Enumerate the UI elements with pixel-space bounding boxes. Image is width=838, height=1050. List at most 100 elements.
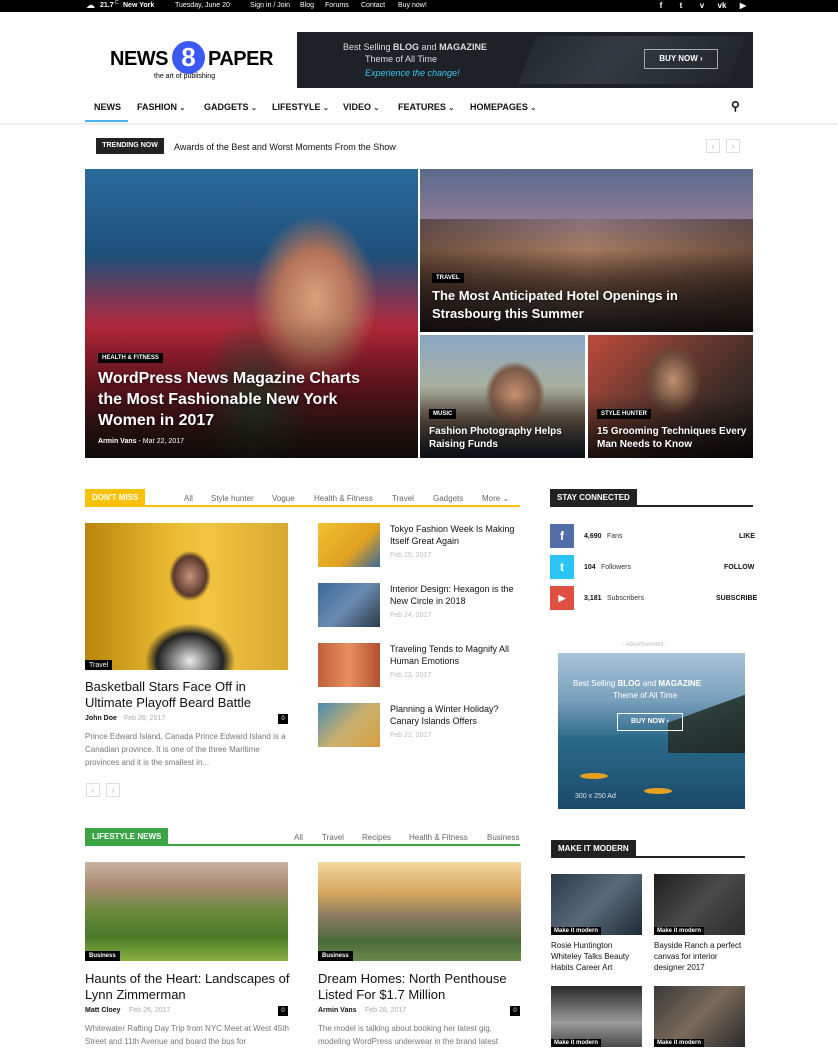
- category-badge[interactable]: HEALTH & FITNESS: [98, 353, 163, 363]
- list-item-thumb[interactable]: [318, 523, 380, 567]
- dont-miss-next-button[interactable]: ›: [106, 783, 120, 797]
- featured-bottom-left-tile[interactable]: MUSIC Fashion Photography Helps Raising …: [420, 335, 585, 458]
- top-link-contact[interactable]: Contact: [361, 2, 385, 9]
- banner-buy-button[interactable]: BUY NOW ›: [644, 49, 718, 69]
- modern-item-title[interactable]: Bayside Ranch a perfect canvas for inter…: [654, 940, 744, 973]
- featured-bottom-right-tile[interactable]: STYLE HUNTER 15 Grooming Techniques Ever…: [588, 335, 753, 458]
- filter-travel[interactable]: Travel: [322, 833, 344, 842]
- category-badge[interactable]: Travel: [85, 660, 113, 670]
- featured-bottom-right-title[interactable]: 15 Grooming Techniques Every Man Needs t…: [597, 425, 749, 451]
- list-item-thumb[interactable]: [318, 583, 380, 627]
- trending-prev-button[interactable]: ‹: [706, 139, 720, 153]
- category-badge[interactable]: TRAVEL: [432, 273, 464, 283]
- list-item-thumb[interactable]: [318, 703, 380, 747]
- sidebar-ad[interactable]: Best Selling BLOG and MAGAZINE Theme of …: [558, 653, 745, 809]
- modern-item-image[interactable]: Make it modern: [654, 874, 745, 935]
- lifestyle-article-author[interactable]: Matt Cloey: [85, 1007, 120, 1014]
- category-badge[interactable]: Business: [85, 951, 120, 961]
- nav-item-video[interactable]: VIDEO ⌄: [343, 102, 379, 112]
- youtube-icon[interactable]: ▶: [550, 586, 574, 610]
- dont-miss-main-title[interactable]: Basketball Stars Face Off in Ultimate Pl…: [85, 679, 285, 711]
- comment-count[interactable]: 0: [510, 1006, 520, 1016]
- category-badge[interactable]: Make it modern: [551, 1039, 602, 1047]
- lifestyle-article-date: Feb 26, 2017: [129, 1007, 171, 1014]
- dont-miss-label: DON'T MISS: [85, 489, 146, 506]
- category-badge[interactable]: STYLE HUNTER: [597, 409, 652, 419]
- top-link-blog[interactable]: Blog: [300, 2, 314, 9]
- top-link-signin[interactable]: Sign in / Join: [250, 2, 290, 9]
- twitter-icon[interactable]: t: [676, 1, 686, 11]
- search-icon[interactable]: ⚲: [731, 99, 740, 113]
- comment-count[interactable]: 0: [278, 1006, 288, 1016]
- featured-top-right-title[interactable]: The Most Anticipated Hotel Openings in S…: [432, 287, 712, 323]
- nav-item-features[interactable]: FEATURES ⌄: [398, 102, 454, 112]
- featured-main-title[interactable]: WordPress News Magazine Charts the Most …: [98, 368, 373, 431]
- lifestyle-article-image[interactable]: Business: [318, 862, 521, 961]
- ad-buy-button[interactable]: BUY NOW ›: [617, 713, 683, 731]
- filter-health-fitness[interactable]: Health & Fitness: [409, 833, 468, 842]
- lifestyle-article-image[interactable]: Business: [85, 862, 288, 961]
- site-logo[interactable]: NEWS 8 PAPER the art of publishing: [110, 40, 275, 85]
- list-item-title[interactable]: Planning a Winter Holiday? Canary Island…: [390, 703, 520, 727]
- filter-health-fitness[interactable]: Health & Fitness: [314, 494, 373, 503]
- vimeo-icon[interactable]: v: [697, 1, 707, 11]
- filter-all[interactable]: All: [294, 833, 303, 842]
- trending-headline[interactable]: Awards of the Best and Worst Moments Fro…: [174, 142, 396, 152]
- modern-item-image[interactable]: Make it modern: [551, 986, 642, 1047]
- filter-recipes[interactable]: Recipes: [362, 833, 391, 842]
- modern-item-image[interactable]: Make it modern: [654, 986, 745, 1047]
- lifestyle-article-excerpt: The model is talking about booking her l…: [318, 1024, 498, 1046]
- filter-travel[interactable]: Travel: [392, 494, 414, 503]
- dont-miss-rule: [85, 505, 520, 507]
- filter-more[interactable]: More ⌄: [482, 494, 509, 503]
- list-item-thumb[interactable]: [318, 643, 380, 687]
- youtube-icon[interactable]: ▶: [738, 1, 748, 11]
- featured-main-tile[interactable]: HEALTH & FITNESS WordPress News Magazine…: [85, 169, 418, 458]
- lifestyle-article-title[interactable]: Dream Homes: North Penthouse Listed For …: [318, 971, 523, 1003]
- top-link-buynow[interactable]: Buy now!: [398, 2, 427, 9]
- nav-item-lifestyle[interactable]: LIFESTYLE ⌄: [272, 102, 329, 112]
- modern-item-title[interactable]: Rosie Huntington Whiteley Talks Beauty H…: [551, 940, 641, 973]
- modern-item-image[interactable]: Make it modern: [551, 874, 642, 935]
- filter-business[interactable]: Business: [487, 833, 519, 842]
- facebook-icon[interactable]: f: [656, 1, 666, 11]
- category-badge[interactable]: MUSIC: [429, 409, 457, 419]
- featured-bottom-left-title[interactable]: Fashion Photography Helps Raising Funds: [429, 425, 579, 451]
- dont-miss-main-image[interactable]: Travel: [85, 523, 288, 670]
- comment-count[interactable]: 0: [278, 714, 288, 724]
- filter-vogue[interactable]: Vogue: [272, 494, 295, 503]
- list-item-title[interactable]: Tokyo Fashion Week Is Making Itself Grea…: [390, 523, 520, 547]
- nav-item-homepages[interactable]: HOMEPAGES ⌄: [470, 102, 536, 112]
- header-ad-banner[interactable]: Best Selling BLOG and MAGAZINE Theme of …: [297, 32, 753, 88]
- filter-gadgets[interactable]: Gadgets: [433, 494, 463, 503]
- dont-miss-main-author[interactable]: John Doe: [85, 715, 117, 722]
- trending-next-button[interactable]: ›: [726, 139, 740, 153]
- youtube-subscribe-button[interactable]: SUBSCRIBE: [716, 595, 757, 602]
- category-badge[interactable]: Business: [318, 951, 353, 961]
- filter-style-hunter[interactable]: Style hunter: [211, 494, 254, 503]
- nav-item-fashion[interactable]: FASHION ⌄: [137, 102, 185, 112]
- lifestyle-article-date: Feb 28, 2017: [365, 1007, 407, 1014]
- twitter-follow-button[interactable]: FOLLOW: [724, 564, 754, 571]
- twitter-icon[interactable]: t: [550, 555, 574, 579]
- vk-icon[interactable]: vk: [717, 1, 727, 11]
- facebook-like-button[interactable]: LIKE: [739, 533, 755, 540]
- list-item-title[interactable]: Traveling Tends to Magnify All Human Emo…: [390, 643, 520, 667]
- list-item-date: Feb 25, 2017: [390, 552, 432, 559]
- dont-miss-prev-button[interactable]: ‹: [86, 783, 100, 797]
- category-badge[interactable]: Make it modern: [654, 927, 705, 935]
- list-item-title[interactable]: Interior Design: Hexagon is the New Circ…: [390, 583, 520, 607]
- featured-top-right-tile[interactable]: TRAVEL The Most Anticipated Hotel Openin…: [420, 169, 753, 332]
- category-badge[interactable]: Make it modern: [551, 927, 602, 935]
- facebook-icon[interactable]: f: [550, 524, 574, 548]
- facebook-label: Fans: [607, 533, 623, 540]
- nav-item-news[interactable]: NEWS: [94, 102, 121, 112]
- top-link-forums[interactable]: Forums: [325, 2, 349, 9]
- lifestyle-article-author[interactable]: Armin Vans: [318, 1007, 357, 1014]
- nav-item-gadgets[interactable]: GADGETS ⌄: [204, 102, 257, 112]
- lifestyle-article-title[interactable]: Haunts of the Heart: Landscapes of Lynn …: [85, 971, 290, 1003]
- filter-all[interactable]: All: [184, 494, 193, 503]
- ad-caption: - Advertisement -: [622, 642, 668, 648]
- chevron-down-icon: ⌄: [323, 105, 329, 112]
- category-badge[interactable]: Make it modern: [654, 1039, 705, 1047]
